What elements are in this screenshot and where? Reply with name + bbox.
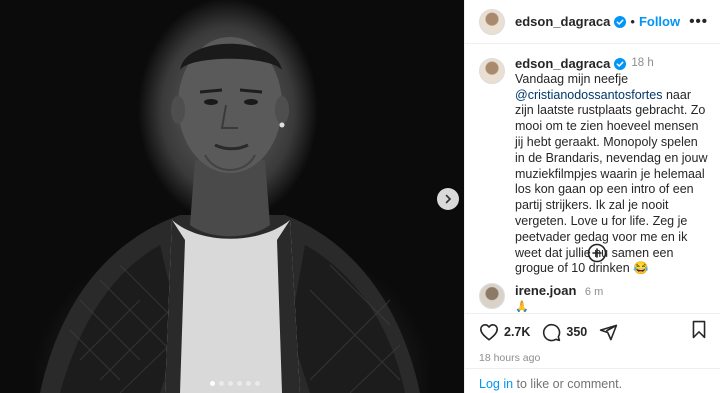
caption-text: Vandaag mijn neefje @cristianodossantosf… <box>515 72 708 277</box>
load-more-comments-button[interactable] <box>587 243 607 263</box>
post-sidebar: edson_dagraca • Follow ••• edson_dagraca… <box>464 0 720 393</box>
carousel-next-button[interactable] <box>437 188 459 210</box>
carousel-indicator <box>210 381 260 386</box>
post-photo <box>0 0 464 393</box>
actions-bar: 2.7K 350 18 hours ago <box>465 313 720 364</box>
caption-time[interactable]: 18 h <box>631 56 653 72</box>
comment-button[interactable] <box>542 323 561 342</box>
portrait-illustration <box>40 37 420 393</box>
save-button[interactable] <box>691 320 707 344</box>
caption-text-end: naar zijn laatste rustplaats gebracht. Z… <box>515 87 708 276</box>
header-separator: • <box>630 14 635 29</box>
carousel-dot <box>246 381 251 386</box>
login-prompt: Log in to like or comment. <box>465 368 720 393</box>
caption-username[interactable]: edson_dagraca <box>515 56 610 72</box>
share-button[interactable] <box>599 323 618 342</box>
share-icon <box>600 324 618 340</box>
heart-icon <box>480 323 498 341</box>
plus-circle-icon <box>587 243 607 263</box>
carousel-dot <box>228 381 233 386</box>
commenter-username[interactable]: irene.joan <box>515 283 576 298</box>
caption-body: edson_dagraca 18 h Vandaag mijn neefje @… <box>515 56 708 277</box>
caption-text-start: Vandaag mijn neefje <box>515 71 629 86</box>
like-button[interactable] <box>479 323 499 341</box>
follow-button[interactable]: Follow <box>639 14 680 29</box>
login-link[interactable]: Log in <box>479 377 513 391</box>
login-prompt-text: to like or comment. <box>513 377 623 391</box>
comment-item: irene.joan 6 m 🙏 <box>479 283 603 313</box>
actions-row: 2.7K 350 <box>479 320 707 344</box>
verified-badge-icon <box>614 15 627 28</box>
caption-header: edson_dagraca 18 h <box>515 56 708 72</box>
verified-badge-icon <box>614 57 627 70</box>
carousel-dot <box>255 381 260 386</box>
comment-body: irene.joan 6 m 🙏 <box>515 283 603 313</box>
carousel-dot <box>237 381 242 386</box>
commenter-avatar[interactable] <box>479 283 505 309</box>
like-count[interactable]: 2.7K <box>504 325 530 339</box>
post-media[interactable] <box>0 0 464 393</box>
comment-icon <box>543 323 561 341</box>
author-avatar[interactable] <box>479 8 505 35</box>
mention-link[interactable]: @cristianodossantosfortes <box>515 88 662 102</box>
carousel-dot <box>219 381 224 386</box>
caption-avatar[interactable] <box>479 58 505 84</box>
comment-time[interactable]: 6 m <box>585 286 603 298</box>
carousel-dot <box>210 381 215 386</box>
bookmark-icon <box>692 320 706 339</box>
post-header: edson_dagraca • Follow ••• <box>465 0 720 44</box>
author-username[interactable]: edson_dagraca <box>515 14 610 29</box>
chevron-right-icon <box>445 194 452 204</box>
more-options-button[interactable]: ••• <box>689 13 708 30</box>
comment-count[interactable]: 350 <box>566 325 587 339</box>
comment-text: 🙏 <box>515 301 529 313</box>
post-date[interactable]: 18 hours ago <box>479 352 707 364</box>
